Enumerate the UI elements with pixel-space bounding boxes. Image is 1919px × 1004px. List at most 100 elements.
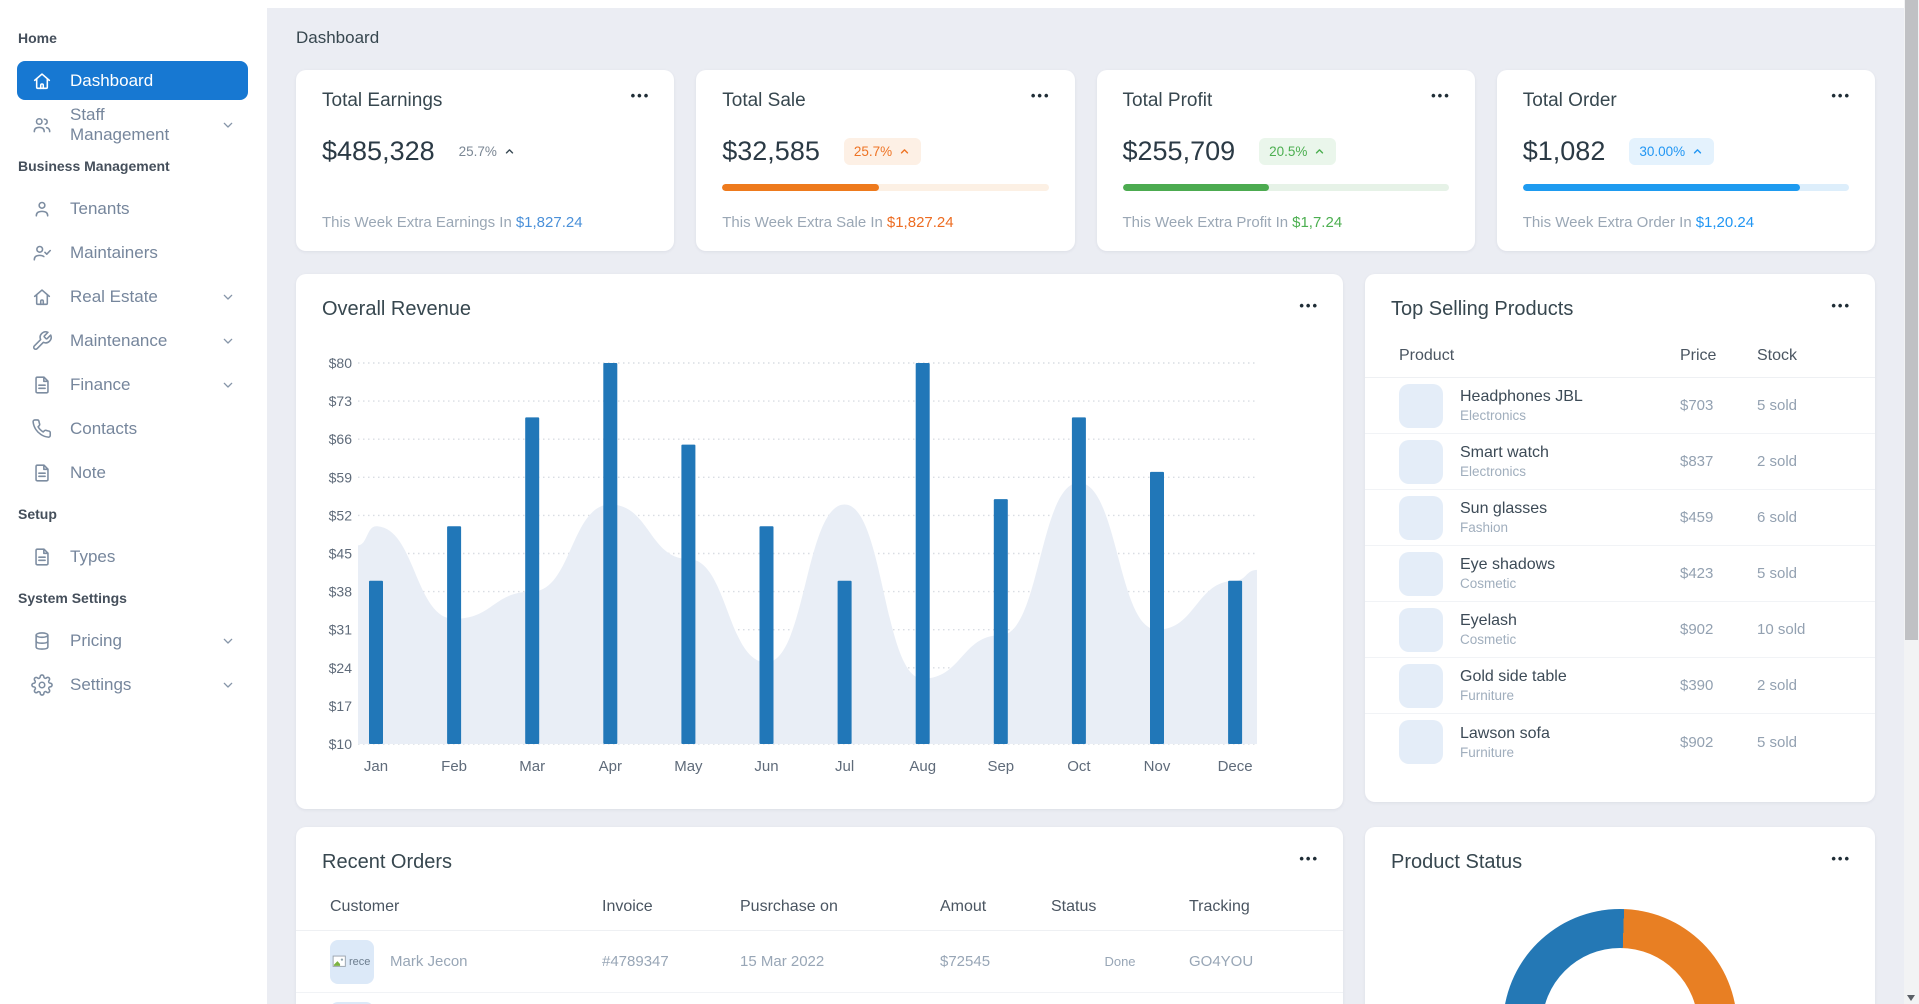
user-check-icon	[31, 242, 53, 264]
sidebar-item-pricing[interactable]: Pricing	[17, 621, 248, 660]
revenue-bar-sep	[993, 499, 1008, 744]
product-row-smart-watch[interactable]: Smart watch Electronics $837 2 sold	[1365, 434, 1875, 490]
sidebar-item-staff-management[interactable]: Staff Management	[17, 105, 248, 144]
sidebar-item-label: Pricing	[70, 630, 122, 650]
sidebar-item-label: Staff Management	[70, 104, 170, 144]
page-scrollbar[interactable]	[1904, 0, 1919, 1004]
card-title: Total Earnings	[322, 90, 443, 111]
trend-value: 25.7%	[458, 144, 497, 159]
product-cell: Gold side table Furniture	[1399, 663, 1680, 708]
product-price: $902	[1680, 733, 1714, 751]
product-price: $703	[1680, 397, 1714, 414]
chevron-up-icon	[503, 145, 516, 158]
product-stock: 10 sold	[1757, 621, 1806, 638]
product-status-donut	[1503, 909, 1737, 1004]
card-footer: This Week Extra Order In $1,20.24	[1523, 214, 1849, 231]
x-axis-label: Apr	[599, 758, 622, 775]
top-selling-products-menu-button[interactable]: •••	[1831, 298, 1851, 313]
recent-orders-menu-button[interactable]: •••	[1299, 851, 1319, 866]
revenue-bar-mar	[525, 417, 540, 744]
phone-icon	[31, 418, 53, 440]
card-total-sale: Total Sale ••• $32,585 25.7% This Week Extra…	[696, 70, 1075, 251]
card-menu-button[interactable]: •••	[1031, 88, 1051, 103]
product-image-placeholder	[1399, 383, 1443, 428]
card-menu-button[interactable]: •••	[631, 88, 651, 103]
product-image-placeholder	[1399, 439, 1443, 484]
recent-orders-panel: Recent Orders ••• Customer Invoice Pusrcha…	[296, 827, 1343, 1004]
y-axis-tick: $31	[329, 622, 353, 638]
y-axis-tick: $17	[329, 698, 353, 714]
orders-column-invoice: Invoice	[602, 898, 653, 915]
sidebar-item-maintenance[interactable]: Maintenance	[17, 321, 248, 360]
chevron-down-icon	[220, 117, 236, 133]
scrollbar-down-arrow-icon[interactable]	[1907, 995, 1915, 1001]
order-row-mark-jecon[interactable]: rece Mark Jecon #4789347 15 Mar 2022 $72545 D…	[296, 931, 1343, 993]
product-name: Smart watch	[1460, 444, 1549, 461]
sidebar-item-label: Settings	[70, 674, 132, 694]
order-row-partial[interactable]	[296, 993, 1343, 1004]
product-row-sun-glasses[interactable]: Sun glasses Fashion $459 6 sold	[1365, 490, 1875, 546]
product-name: Eye shadows	[1460, 556, 1556, 573]
card-menu-button[interactable]: •••	[1831, 88, 1851, 103]
sidebar-item-tenants[interactable]: Tenants	[17, 189, 248, 228]
sidebar-item-dashboard[interactable]: Dashboard	[17, 61, 248, 100]
scrollbar-thumb[interactable]	[1905, 0, 1918, 640]
sidebar-section-header-business-management: Business Management	[18, 158, 170, 174]
revenue-bar-aug	[915, 363, 930, 744]
order-purchase-date: 15 Mar 2022	[740, 953, 825, 970]
sidebar-section-header-setup: Setup	[18, 506, 57, 522]
overall-revenue-title: Overall Revenue	[322, 298, 471, 320]
y-axis-tick: $73	[329, 393, 353, 409]
product-cell: Lawson sofa Furniture	[1399, 720, 1680, 764]
sidebar-item-settings[interactable]: Settings	[17, 665, 248, 704]
order-customer-name: Mark Jecon	[390, 953, 468, 970]
database-icon	[31, 630, 53, 652]
product-status-title: Product Status	[1391, 851, 1523, 873]
card-menu-button[interactable]: •••	[1431, 88, 1451, 103]
x-axis-label: Nov	[1144, 758, 1171, 775]
product-category: Furniture	[1460, 688, 1515, 703]
sidebar-section-header-system-settings: System Settings	[18, 590, 127, 606]
product-cell: Eye shadows Cosmetic	[1399, 551, 1680, 596]
product-row-lawson-sofa[interactable]: Lawson sofa Furniture $902 5 sold	[1365, 714, 1875, 770]
orders-table-body: rece Mark Jecon #4789347 15 Mar 2022 $72545 D…	[296, 931, 1343, 1004]
product-row-eye-shadows[interactable]: Eye shadows Cosmetic $423 5 sold	[1365, 546, 1875, 602]
sidebar-item-contacts[interactable]: Contacts	[17, 409, 248, 448]
file-icon	[31, 462, 53, 484]
orders-table-header: Customer Invoice Pusrchase on Amout Status Tr…	[296, 874, 1343, 931]
top-strip	[0, 0, 1904, 8]
product-row-gold-side-table[interactable]: Gold side table Furniture $390 2 sold	[1365, 658, 1875, 714]
overall-revenue-menu-button[interactable]: •••	[1299, 298, 1319, 313]
sidebar-item-finance[interactable]: Finance	[17, 365, 248, 404]
card-title: Total Profit	[1122, 90, 1213, 111]
order-status: Done	[1104, 954, 1136, 969]
product-status-menu-button[interactable]: •••	[1831, 851, 1851, 866]
revenue-bar-nov	[1150, 471, 1164, 744]
chevron-down-icon	[220, 677, 236, 693]
sidebar-item-real-estate[interactable]: Real Estate	[17, 277, 248, 316]
revenue-bar-jan	[369, 580, 383, 744]
y-axis-tick: $45	[329, 546, 353, 562]
order-invoice: #4789347	[602, 953, 669, 970]
card-value: $485,328	[322, 136, 435, 166]
product-name: Headphones JBL	[1460, 388, 1583, 405]
card-footer-text: This Week Extra Profit In	[1122, 214, 1289, 231]
card-progress-bar	[1522, 184, 1849, 191]
x-axis-label: Sep	[987, 758, 1014, 775]
y-axis-tick: $66	[329, 431, 353, 447]
card-progress-bar	[1122, 184, 1449, 191]
sidebar-item-note[interactable]: Note	[17, 453, 248, 492]
x-axis-label: Oct	[1067, 758, 1091, 775]
sidebar-item-maintainers[interactable]: Maintainers	[17, 233, 248, 272]
product-row-headphones-jbl[interactable]: Headphones JBL Electronics $703 5 sold	[1365, 378, 1875, 434]
product-image-placeholder	[1399, 663, 1443, 708]
card-footer-text: This Week Extra Order In	[1522, 214, 1692, 231]
y-axis-tick: $59	[329, 469, 353, 485]
x-axis-label: Dece	[1218, 758, 1253, 775]
product-row-eyelash[interactable]: Eyelash Cosmetic $902 10 sold	[1365, 602, 1875, 658]
card-footer-amount: $1,827.24	[886, 214, 954, 231]
sidebar-item-types[interactable]: Types	[17, 537, 248, 576]
products-table-body: Headphones JBL Electronics $703 5 sold Smart…	[1365, 378, 1875, 770]
card-footer: This Week Extra Profit In $1,7.24	[1123, 214, 1449, 231]
orders-column-amout: Amout	[940, 898, 987, 915]
